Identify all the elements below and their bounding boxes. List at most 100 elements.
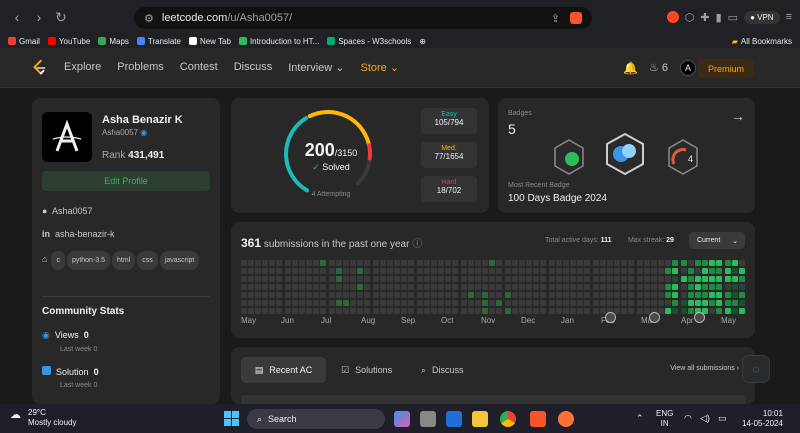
- heatmap-cell[interactable]: [424, 300, 430, 306]
- language-indicator[interactable]: ENG IN: [656, 409, 673, 429]
- heatmap-cell[interactable]: [540, 276, 546, 282]
- heatmap-cell[interactable]: [387, 292, 393, 298]
- heatmap-cell[interactable]: [695, 260, 701, 266]
- heatmap-cell[interactable]: [468, 284, 474, 290]
- heatmap-cell[interactable]: [320, 260, 326, 266]
- heatmap-cell[interactable]: [276, 284, 282, 290]
- heatmap-cell[interactable]: [716, 260, 722, 266]
- heatmap-cell[interactable]: [681, 276, 687, 282]
- heatmap-cell[interactable]: [350, 268, 356, 274]
- heatmap-cell[interactable]: [401, 300, 407, 306]
- heatmap-cell[interactable]: [276, 300, 282, 306]
- heatmap-cell[interactable]: [577, 292, 583, 298]
- heatmap-cell[interactable]: [401, 260, 407, 266]
- heatmap-cell[interactable]: [739, 300, 745, 306]
- heatmap-cell[interactable]: [732, 276, 738, 282]
- heatmap-cell[interactable]: [276, 260, 282, 266]
- heatmap-cell[interactable]: [505, 276, 511, 282]
- heatmap-cell[interactable]: [593, 300, 599, 306]
- heatmap-cell[interactable]: [739, 260, 745, 266]
- heatmap-cell[interactable]: [445, 276, 451, 282]
- heatmap-cell[interactable]: [549, 276, 555, 282]
- heatmap-cell[interactable]: [607, 276, 613, 282]
- heatmap-cell[interactable]: [431, 268, 437, 274]
- skill-tag[interactable]: css: [137, 251, 158, 270]
- heatmap-cell[interactable]: [394, 292, 400, 298]
- heatmap-cell[interactable]: [563, 300, 569, 306]
- heatmap-cell[interactable]: [695, 300, 701, 306]
- heatmap-cell[interactable]: [665, 284, 671, 290]
- heatmap-cell[interactable]: [255, 300, 261, 306]
- heatmap-cell[interactable]: [387, 308, 393, 314]
- heatmap-cell[interactable]: [343, 300, 349, 306]
- heatmap-cell[interactable]: [452, 292, 458, 298]
- heatmap-cell[interactable]: [570, 276, 576, 282]
- heatmap-cell[interactable]: [299, 260, 305, 266]
- heatmap-cell[interactable]: [637, 284, 643, 290]
- heatmap-cell[interactable]: [401, 268, 407, 274]
- heatmap-cell[interactable]: [373, 308, 379, 314]
- heatmap-cell[interactable]: [505, 268, 511, 274]
- heatmap-cell[interactable]: [373, 276, 379, 282]
- heatmap-cell[interactable]: [343, 292, 349, 298]
- heatmap-cell[interactable]: [320, 268, 326, 274]
- heatmap-cell[interactable]: [519, 308, 525, 314]
- heatmap-cell[interactable]: [732, 308, 738, 314]
- badge-apr-icon[interactable]: 4: [666, 138, 700, 176]
- heatmap-cell[interactable]: [688, 300, 694, 306]
- heatmap-cell[interactable]: [732, 300, 738, 306]
- heatmap-cell[interactable]: [549, 284, 555, 290]
- heatmap-cell[interactable]: [570, 292, 576, 298]
- heatmap-cell[interactable]: [593, 268, 599, 274]
- heatmap-cell[interactable]: [248, 268, 254, 274]
- heatmap-cell[interactable]: [658, 276, 664, 282]
- heatmap-cell[interactable]: [329, 268, 335, 274]
- notification-icon[interactable]: 🔔: [623, 61, 638, 75]
- heatmap-cell[interactable]: [408, 292, 414, 298]
- heatmap-cell[interactable]: [549, 260, 555, 266]
- heatmap-cell[interactable]: [292, 284, 298, 290]
- rewards-icon[interactable]: [666, 11, 679, 23]
- heatmap-cell[interactable]: [350, 276, 356, 282]
- heatmap-cell[interactable]: [364, 284, 370, 290]
- heatmap-cell[interactable]: [526, 284, 532, 290]
- heatmap-cell[interactable]: [628, 308, 634, 314]
- heatmap-cell[interactable]: [584, 292, 590, 298]
- heatmap-cell[interactable]: [452, 276, 458, 282]
- heatmap-cell[interactable]: [394, 276, 400, 282]
- heatmap-cell[interactable]: [408, 268, 414, 274]
- heatmap-cell[interactable]: [394, 300, 400, 306]
- heatmap-cell[interactable]: [468, 308, 474, 314]
- heatmap-cell[interactable]: [276, 292, 282, 298]
- heatmap-cell[interactable]: [526, 300, 532, 306]
- heatmap-cell[interactable]: [438, 300, 444, 306]
- heatmap-cell[interactable]: [621, 292, 627, 298]
- heatmap-cell[interactable]: [431, 260, 437, 266]
- heatmap-cell[interactable]: [584, 276, 590, 282]
- heatmap-cell[interactable]: [584, 284, 590, 290]
- heatmap-cell[interactable]: [285, 284, 291, 290]
- nav-item-store[interactable]: Store ⌄: [361, 61, 400, 74]
- heatmap-cell[interactable]: [658, 300, 664, 306]
- heatmap-cell[interactable]: [505, 260, 511, 266]
- heatmap-cell[interactable]: [452, 308, 458, 314]
- heatmap-cell[interactable]: [533, 268, 539, 274]
- badge-apr-icon-small[interactable]: [694, 312, 705, 323]
- heatmap-cell[interactable]: [475, 292, 481, 298]
- heatmap-cell[interactable]: [489, 284, 495, 290]
- heatmap-cell[interactable]: [475, 308, 481, 314]
- heatmap-cell[interactable]: [452, 268, 458, 274]
- heatmap-cell[interactable]: [600, 300, 606, 306]
- heatmap-cell[interactable]: [607, 260, 613, 266]
- heatmap-cell[interactable]: [709, 284, 715, 290]
- firefox-icon[interactable]: [558, 411, 574, 427]
- linkedin-link[interactable]: in asha-benazir-k: [42, 229, 115, 239]
- heatmap-cell[interactable]: [644, 260, 650, 266]
- weather-widget[interactable]: ☁ 29°C Mostly cloudy: [10, 408, 76, 428]
- tray-chevron-icon[interactable]: ⌃: [636, 413, 644, 424]
- heatmap-cell[interactable]: [556, 284, 562, 290]
- heatmap-cell[interactable]: [584, 308, 590, 314]
- heatmap-cell[interactable]: [364, 260, 370, 266]
- heatmap-cell[interactable]: [709, 260, 715, 266]
- badge-feb-icon[interactable]: [649, 312, 660, 323]
